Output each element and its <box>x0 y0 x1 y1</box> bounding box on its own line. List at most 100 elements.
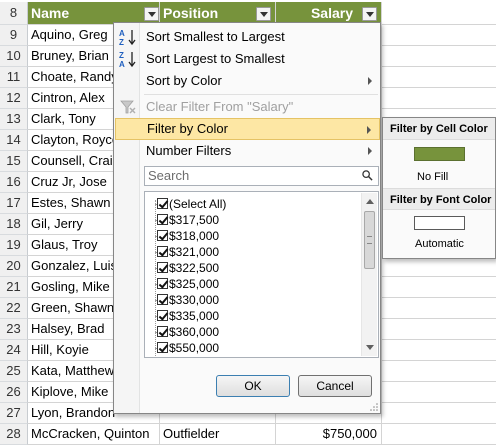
row-number[interactable]: 12 <box>0 88 28 109</box>
row-number[interactable]: 26 <box>0 382 28 403</box>
empty-cell[interactable] <box>382 88 496 109</box>
sort-ascending-item[interactable]: A Z Sort Smallest to Largest <box>115 26 380 48</box>
number-filters-item[interactable]: Number Filters <box>115 140 380 162</box>
filter-value-item[interactable]: $321,000 <box>157 244 220 260</box>
no-fill-option[interactable]: No Fill <box>417 171 448 183</box>
filter-dropdown-button[interactable] <box>362 7 377 21</box>
sort-descending-item[interactable]: Z A Sort Largest to Smallest <box>115 48 380 70</box>
submenu-arrow-icon <box>368 77 372 85</box>
cell-color-header: Filter by Cell Color <box>383 118 495 140</box>
checkbox-checked-icon[interactable] <box>157 294 168 305</box>
checkbox-checked-icon[interactable] <box>157 326 168 337</box>
list-scrollbar[interactable] <box>361 193 377 356</box>
row-number[interactable]: 16 <box>0 172 28 193</box>
row-number[interactable]: 23 <box>0 319 28 340</box>
row-number[interactable]: 11 <box>0 67 28 88</box>
checkbox-checked-icon[interactable] <box>157 342 168 353</box>
name-cell[interactable]: McCracken, Quinton <box>28 424 160 445</box>
ok-button[interactable]: OK <box>216 375 290 397</box>
submenu-arrow-icon <box>368 147 372 155</box>
empty-cell[interactable] <box>382 25 496 46</box>
filter-value-item[interactable]: $335,000 <box>157 308 219 324</box>
filter-by-color-submenu: Filter by Cell Color No Fill Filter by F… <box>382 117 496 259</box>
column-header-label: Name <box>31 5 70 21</box>
row-number[interactable]: 22 <box>0 298 28 319</box>
row-number[interactable]: 28 <box>0 424 28 445</box>
clear-filter-item[interactable]: Clear Filter From "Salary" <box>115 96 380 118</box>
svg-text:Z: Z <box>119 38 124 46</box>
row-number[interactable]: 14 <box>0 130 28 151</box>
filter-value-label: $330,000 <box>169 293 220 307</box>
checkbox-checked-icon[interactable] <box>157 278 168 289</box>
clear-filter-icon <box>120 100 136 114</box>
filter-value-item[interactable]: $330,000 <box>157 292 220 308</box>
cancel-button[interactable]: Cancel <box>298 375 372 397</box>
row-number[interactable]: 13 <box>0 109 28 130</box>
svg-text:Z: Z <box>119 51 124 60</box>
sort-descending-icon: Z A <box>119 51 136 68</box>
empty-cell[interactable] <box>382 298 496 319</box>
filter-value-item[interactable]: $317,500 <box>157 212 219 228</box>
svg-text:A: A <box>119 60 125 68</box>
empty-cell[interactable] <box>382 382 496 403</box>
empty-cell[interactable] <box>382 67 496 88</box>
checkbox-checked-icon[interactable] <box>157 198 168 209</box>
empty-cell[interactable] <box>382 424 496 445</box>
row-number[interactable]: 8 <box>0 2 28 25</box>
filter-value-label: $318,000 <box>169 229 220 243</box>
row-number[interactable]: 25 <box>0 361 28 382</box>
filter-value-list: (Select All) $317,500 $318,000 $321,000 $322… <box>144 191 379 358</box>
row-number[interactable]: 24 <box>0 340 28 361</box>
menu-separator <box>144 94 378 95</box>
scroll-up-icon[interactable] <box>366 199 374 204</box>
search-input[interactable]: Search <box>144 166 379 186</box>
position-cell[interactable]: Outfielder <box>160 424 276 445</box>
search-icon <box>362 170 373 181</box>
row-number[interactable]: 10 <box>0 46 28 67</box>
empty-cell[interactable] <box>382 256 496 277</box>
resize-grip-icon[interactable] <box>370 403 378 411</box>
row-number[interactable]: 21 <box>0 277 28 298</box>
filter-value-label: $322,500 <box>169 261 220 275</box>
filter-value-item[interactable]: $322,500 <box>157 260 220 276</box>
scrollbar-thumb[interactable] <box>364 211 375 269</box>
salary-cell[interactable]: $750,000 <box>276 424 382 445</box>
search-placeholder: Search <box>148 168 190 183</box>
filter-value-item[interactable]: $550,000 <box>157 340 219 356</box>
row-number[interactable]: 17 <box>0 193 28 214</box>
row-number[interactable]: 15 <box>0 151 28 172</box>
empty-cell[interactable] <box>382 403 496 424</box>
filter-value-item[interactable]: (Select All) <box>157 196 226 212</box>
empty-cell[interactable] <box>382 361 496 382</box>
checkbox-checked-icon[interactable] <box>157 310 168 321</box>
row-number[interactable]: 27 <box>0 403 28 424</box>
row-number[interactable]: 19 <box>0 235 28 256</box>
row-number[interactable]: 18 <box>0 214 28 235</box>
empty-cell[interactable] <box>382 340 496 361</box>
checkbox-checked-icon[interactable] <box>157 262 168 273</box>
filter-value-label: $321,000 <box>169 245 220 259</box>
automatic-option[interactable]: Automatic <box>415 238 464 250</box>
filter-value-item[interactable]: $360,000 <box>157 324 219 340</box>
sort-by-color-item[interactable]: Sort by Color <box>115 70 380 92</box>
filter-value-item[interactable]: $325,000 <box>157 276 220 292</box>
checkbox-checked-icon[interactable] <box>157 246 168 257</box>
empty-cell[interactable] <box>382 46 496 67</box>
filter-value-label: $325,000 <box>169 277 220 291</box>
svg-text:A: A <box>119 29 125 38</box>
font-color-swatch[interactable] <box>414 216 465 230</box>
row-number[interactable]: 20 <box>0 256 28 277</box>
checkbox-checked-icon[interactable] <box>157 214 168 225</box>
scroll-down-icon[interactable] <box>366 345 374 350</box>
empty-cell[interactable] <box>382 277 496 298</box>
empty-cell[interactable] <box>382 319 496 340</box>
filter-by-color-item[interactable]: Filter by Color <box>115 118 380 140</box>
empty-cell[interactable] <box>382 2 496 25</box>
filter-dropdown-button[interactable] <box>256 7 271 21</box>
cell-color-swatch[interactable] <box>414 147 465 161</box>
filter-dropdown-button[interactable] <box>144 7 159 21</box>
column-header-label: Position <box>163 5 219 21</box>
checkbox-checked-icon[interactable] <box>157 230 168 241</box>
filter-value-item[interactable]: $318,000 <box>157 228 220 244</box>
row-number[interactable]: 9 <box>0 25 28 46</box>
